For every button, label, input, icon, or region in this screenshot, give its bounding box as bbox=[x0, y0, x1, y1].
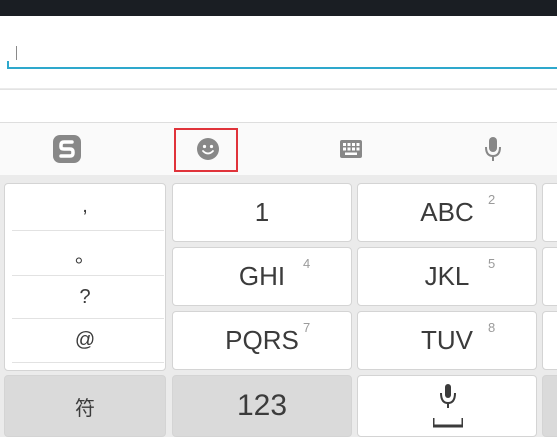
key-number: 2 bbox=[488, 192, 496, 207]
key-number: 8 bbox=[488, 320, 496, 335]
key-number: 7 bbox=[303, 320, 311, 335]
space-mic-icon bbox=[433, 384, 463, 428]
key-label: PQRS bbox=[225, 325, 299, 355]
status-bar bbox=[0, 0, 557, 16]
key-label: GHI bbox=[238, 261, 286, 291]
input-underline bbox=[7, 67, 557, 69]
microphone-icon bbox=[485, 137, 501, 161]
sogou-logo-icon bbox=[53, 135, 81, 163]
key-partial[interactable] bbox=[542, 311, 557, 370]
punctuation-panel[interactable]: , 。 ? @ bbox=[4, 183, 166, 371]
space-voice-key[interactable] bbox=[357, 375, 537, 437]
text-input-area[interactable] bbox=[0, 16, 557, 88]
key-abc[interactable]: ABC 2 bbox=[357, 183, 537, 242]
key-label: ABC bbox=[420, 197, 474, 227]
punct-comma[interactable]: , bbox=[5, 184, 165, 228]
emoji-highlight-box bbox=[174, 128, 238, 172]
key-label: 123 bbox=[236, 389, 288, 422]
symbols-key[interactable]: 符 bbox=[4, 375, 166, 437]
key-label: 符 bbox=[75, 397, 95, 420]
keyboard-switch-button[interactable] bbox=[322, 123, 380, 175]
key-1[interactable]: 1 bbox=[172, 183, 352, 242]
key-label: TUV bbox=[421, 325, 473, 355]
key-number: 5 bbox=[488, 256, 496, 271]
key-partial[interactable] bbox=[542, 183, 557, 242]
key-number: 4 bbox=[303, 256, 311, 271]
blank-row bbox=[0, 89, 557, 122]
key-ghi[interactable]: GHI 4 bbox=[172, 247, 352, 306]
divider bbox=[12, 362, 164, 363]
text-cursor bbox=[16, 46, 17, 60]
punct-at[interactable]: @ bbox=[5, 318, 165, 362]
sogou-logo-button[interactable] bbox=[38, 123, 96, 175]
key-pqrs[interactable]: PQRS 7 bbox=[172, 311, 352, 370]
key-tuv[interactable]: TUV 8 bbox=[357, 311, 537, 370]
key-jkl[interactable]: JKL 5 bbox=[357, 247, 537, 306]
key-partial[interactable] bbox=[542, 247, 557, 306]
punct-period[interactable]: 。 bbox=[5, 231, 165, 275]
key-label: JKL bbox=[424, 261, 470, 291]
punct-question[interactable]: ? bbox=[5, 275, 165, 319]
keyboard-toolbar bbox=[0, 122, 557, 175]
keyboard-icon bbox=[340, 140, 362, 158]
voice-input-button[interactable] bbox=[464, 123, 522, 175]
key-label: 1 bbox=[254, 197, 270, 227]
numbers-key[interactable]: 123 bbox=[172, 375, 352, 437]
key-partial[interactable] bbox=[542, 375, 557, 437]
